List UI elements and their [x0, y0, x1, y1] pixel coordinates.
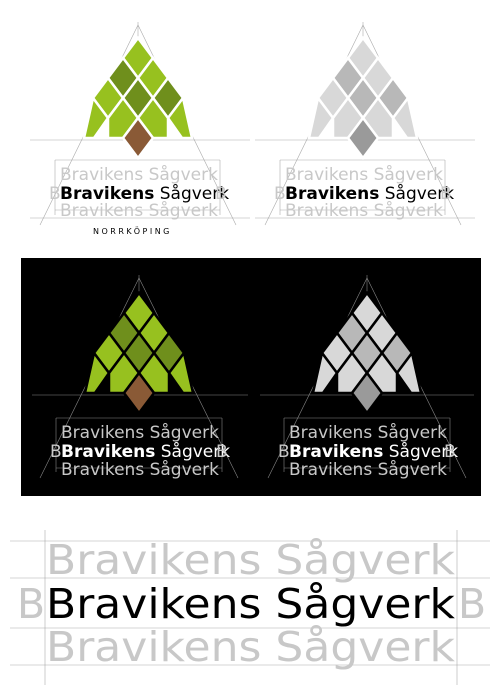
wordmark: Bravikens Sågverk B Bravikens Sågverk B …	[278, 422, 458, 480]
ghost-line-top: Bravikens Sågverk	[61, 422, 219, 443]
ghost-letter-right: B	[458, 580, 486, 628]
wordmark: Bravikens Sågverk B Bravikens Sågverk B …	[49, 164, 229, 221]
ghost-line-top: Bravikens Sågverk	[285, 164, 443, 185]
ghost-line-top: Bravikens Sågverk	[60, 164, 218, 185]
wordmark-construction: Bravikens Sågverk B Bravikens Sågverk B …	[10, 530, 490, 685]
ghost-line-top: Bravikens Sågverk	[46, 536, 455, 584]
city-label: NORRKÖPING	[93, 226, 172, 236]
wordmark: Bravikens Sågverk B Bravikens Sågverk B …	[50, 422, 230, 480]
logo-color-white: Bravikens Sågverk B Bravikens Sågverk B …	[30, 22, 250, 236]
logo-gray-white: Bravikens Sågverk B Bravikens Sågverk B …	[255, 22, 475, 226]
ghost-letter-left: B	[17, 580, 45, 628]
ghost-letter-right: B	[216, 442, 228, 462]
ghost-line-bottom: Bravikens Sågverk	[60, 200, 218, 221]
ghost-line-bottom: Bravikens Sågverk	[46, 623, 455, 671]
brand-name: Bravikens Sågverk	[289, 441, 458, 462]
ghost-line-bottom: Bravikens Sågverk	[289, 459, 447, 480]
logo-sheet: Bravikens Sågverk B Bravikens Sågverk B …	[10, 22, 490, 685]
ghost-letter-left: B	[278, 442, 290, 462]
wordmark: Bravikens Sågverk B Bravikens Sågverk B …	[274, 164, 454, 221]
ghost-line-top: Bravikens Sågverk	[289, 422, 447, 443]
ghost-letter-left: B	[50, 442, 62, 462]
ghost-line-bottom: Bravikens Sågverk	[285, 200, 443, 221]
ghost-letter-right: B	[444, 442, 456, 462]
ghost-letter-left: B	[274, 184, 286, 204]
ghost-line-bottom: Bravikens Sågverk	[61, 459, 219, 480]
ghost-letter-left: B	[49, 184, 61, 204]
brand-name: Bravikens Sågverk	[61, 441, 230, 462]
brand-name-large: Bravikens Sågverk	[46, 580, 455, 628]
